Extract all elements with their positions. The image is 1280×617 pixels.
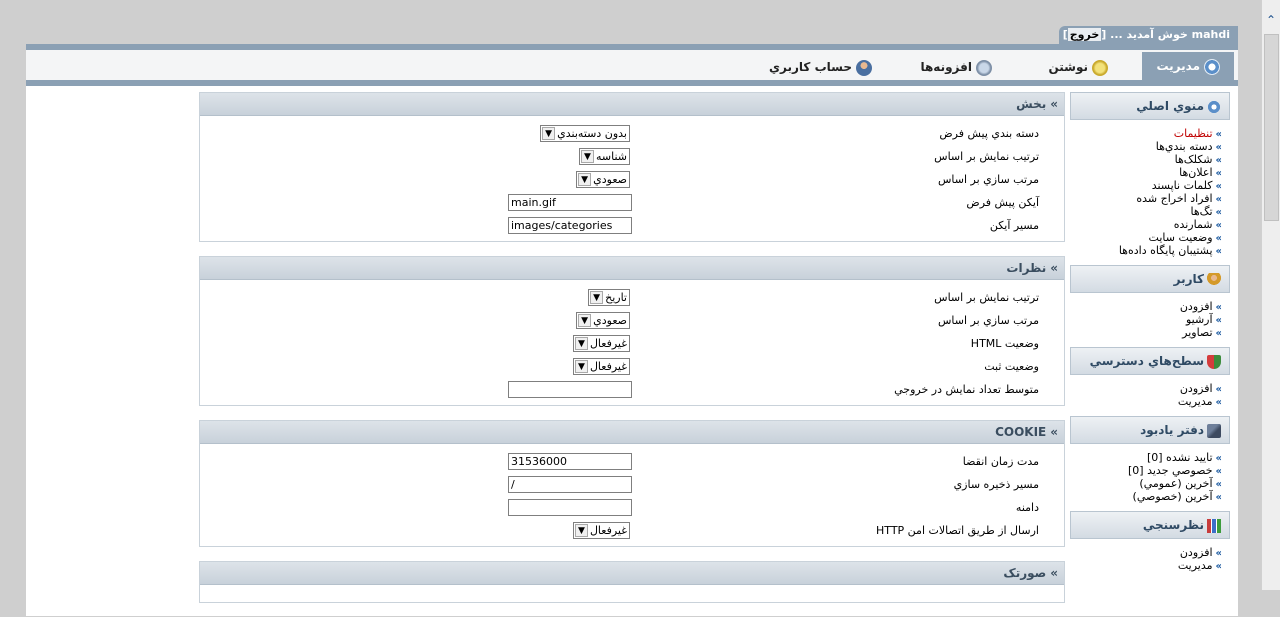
user-bar: mahdi خوش آمدید ... [خروج] bbox=[1058, 26, 1238, 44]
setting-row: مسير ذخيره سازي / bbox=[200, 473, 1064, 496]
sidebar-poll-header: نظرسنجي bbox=[1070, 511, 1230, 539]
section-header: »بخش bbox=[200, 93, 1064, 116]
tab-label: مديريت bbox=[1156, 59, 1200, 73]
comments-order-select[interactable]: ▼ صعودي bbox=[576, 312, 630, 329]
tab-account[interactable]: حساب کاربري bbox=[769, 54, 872, 80]
section-header: »نظرات bbox=[200, 257, 1064, 280]
sidebar-item-user-images[interactable]: »تصاوير bbox=[1070, 326, 1222, 339]
section-header: »COOKIE bbox=[200, 421, 1064, 444]
sidebar-item-counter[interactable]: »شمارنده bbox=[1070, 218, 1222, 231]
sidebar-item-latest-private[interactable]: »آخرين (خصوصي) bbox=[1070, 490, 1222, 503]
icon-path-input[interactable]: images/categories bbox=[508, 217, 632, 234]
setting-row: ترتيب نمايش بر اساس ▼ تاريخ bbox=[200, 286, 1064, 309]
sidebar: منوي اصلي »تنظيمات »دسته بندي‌ها »شکلک‌ه… bbox=[1070, 92, 1230, 580]
sidebar-main-menu-header: منوي اصلي bbox=[1070, 92, 1230, 120]
tab-plugins[interactable]: افزونه‌ها bbox=[920, 54, 992, 80]
setting-row: ترتيب نمايش بر اساس ▼ شناسه bbox=[200, 145, 1064, 168]
setting-row: مرتب سازي بر اساس ▼ صعودي bbox=[200, 168, 1064, 191]
section-comments: »نظرات ترتيب نمايش بر اساس ▼ تاريخ مرتب سا… bbox=[199, 256, 1065, 406]
default-icon-input[interactable]: main.gif bbox=[508, 194, 632, 211]
sidebar-item-categories[interactable]: »دسته بندي‌ها bbox=[1070, 140, 1222, 153]
sidebar-item-smilies[interactable]: »شکلک‌ها bbox=[1070, 153, 1222, 166]
gear-icon bbox=[1204, 58, 1220, 75]
logout-link[interactable]: خروج bbox=[1067, 28, 1102, 41]
scroll-thumb[interactable] bbox=[1264, 34, 1279, 221]
setting-row: دسته بندي پيش فرض ▼ بدون دسته‌بندي bbox=[200, 122, 1064, 145]
order-select[interactable]: ▼ صعودي bbox=[576, 171, 630, 188]
section-cookie: »COOKIE مدت زمان انقضا 31536000 مسير ذخير… bbox=[199, 420, 1065, 547]
content-area: »بخش دسته بندي پيش فرض ▼ بدون دسته‌بندي تر… bbox=[26, 86, 1238, 616]
sidebar-item-latest-public[interactable]: »آخرين (عمومي) bbox=[1070, 477, 1222, 490]
plugin-icon bbox=[976, 59, 992, 76]
tab-label: حساب کاربري bbox=[769, 60, 852, 74]
register-status-select[interactable]: ▼ غيرفعال bbox=[572, 358, 630, 375]
sidebar-item-settings[interactable]: »تنظيمات bbox=[1070, 127, 1222, 140]
sidebar-user-header: کاربر bbox=[1070, 265, 1230, 293]
sidebar-item-banned[interactable]: »افراد اخراج شده bbox=[1070, 192, 1222, 205]
sidebar-item-backup[interactable]: »پشتيبان پايگاه داده‌ها bbox=[1070, 244, 1222, 257]
setting-row: آيکن پيش فرض main.gif bbox=[200, 191, 1064, 214]
admin-frame: mahdi خوش آمدید ... [خروج] مديريت نوشتن … bbox=[26, 26, 1238, 616]
setting-row: ارسال از طريق اتصالات امن HTTP ▼ غيرفعال bbox=[200, 519, 1064, 542]
html-status-select[interactable]: ▼ غيرفعال bbox=[572, 335, 630, 352]
setting-row: وضعيت ثبت ▼ غيرفعال bbox=[200, 355, 1064, 378]
sidebar-item-access-add[interactable]: »افزودن bbox=[1070, 382, 1222, 395]
sidebar-item-user-archive[interactable]: »آرشيو bbox=[1070, 313, 1222, 326]
default-category-select[interactable]: ▼ بدون دسته‌بندي bbox=[540, 125, 630, 142]
setting-row: مدت زمان انقضا 31536000 bbox=[200, 450, 1064, 473]
cookie-path-input[interactable]: / bbox=[508, 476, 632, 493]
sidebar-item-site-status[interactable]: »وضعيت سايت bbox=[1070, 231, 1222, 244]
sidebar-item-new-private[interactable]: »خصوصي جديد [0] bbox=[1070, 464, 1222, 477]
sidebar-main-menu: »تنظيمات »دسته بندي‌ها »شکلک‌ها »اعلان‌ه… bbox=[1070, 120, 1230, 265]
user-icon bbox=[856, 59, 872, 76]
tab-write[interactable]: نوشتن bbox=[1048, 54, 1108, 80]
welcome-text: خوش آمدید ... bbox=[1110, 28, 1188, 41]
setting-row: مرتب سازي بر اساس ▼ صعودي bbox=[200, 309, 1064, 332]
sidebar-item-poll-manage[interactable]: »مديريت bbox=[1070, 559, 1222, 572]
sidebar-user: »افزودن »آرشيو »تصاوير bbox=[1070, 293, 1230, 347]
nav-bar: مديريت نوشتن افزونه‌ها حساب کاربري bbox=[26, 50, 1238, 86]
shield-icon bbox=[1207, 354, 1221, 369]
section-header: »صورتک bbox=[200, 562, 1064, 585]
sidebar-guestbook-header: دفتر يادبود bbox=[1070, 416, 1230, 444]
sidebar-item-poll-add[interactable]: »افزودن bbox=[1070, 546, 1222, 559]
book-icon bbox=[1207, 423, 1221, 438]
setting-row: وضعيت HTML ▼ غيرفعال bbox=[200, 332, 1064, 355]
sidebar-access-header: سطح‌هاي دسترسي bbox=[1070, 347, 1230, 375]
sidebar-item-tags[interactable]: »تگ‌ها bbox=[1070, 205, 1222, 218]
scroll-up-icon[interactable]: ⌃ bbox=[1265, 14, 1277, 26]
users-icon bbox=[1207, 272, 1221, 287]
sidebar-item-access-manage[interactable]: »مديريت bbox=[1070, 395, 1222, 408]
sidebar-item-unapproved[interactable]: »تاييد نشده [0] bbox=[1070, 451, 1222, 464]
pen-icon bbox=[1092, 59, 1108, 76]
setting-row: مسير آيکن images/categories bbox=[200, 214, 1064, 237]
avg-display-input[interactable] bbox=[508, 381, 632, 398]
section-smilies: »صورتک bbox=[199, 561, 1065, 603]
bar-chart-icon bbox=[1207, 518, 1221, 533]
setting-row: متوسط تعداد نمايش در خروجي bbox=[200, 378, 1064, 401]
comments-sort-select[interactable]: ▼ تاريخ bbox=[588, 289, 630, 306]
sort-by-select[interactable]: ▼ شناسه bbox=[578, 148, 630, 165]
sidebar-item-notices[interactable]: »اعلان‌ها bbox=[1070, 166, 1222, 179]
username: mahdi bbox=[1191, 28, 1230, 41]
gear-icon bbox=[1207, 99, 1221, 114]
sidebar-poll: »افزودن »مديريت bbox=[1070, 539, 1230, 580]
cookie-domain-input[interactable] bbox=[508, 499, 632, 516]
setting-row: دامنه bbox=[200, 496, 1064, 519]
tab-label: افزونه‌ها bbox=[920, 60, 972, 74]
sidebar-access: »افزودن »مديريت bbox=[1070, 375, 1230, 416]
left-blank bbox=[26, 86, 198, 616]
cookie-expire-input[interactable]: 31536000 bbox=[508, 453, 632, 470]
vertical-scrollbar[interactable]: ⌃ bbox=[1261, 0, 1280, 590]
sidebar-guestbook: »تاييد نشده [0] »خصوصي جديد [0] »آخرين (… bbox=[1070, 444, 1230, 511]
sidebar-item-user-add[interactable]: »افزودن bbox=[1070, 300, 1222, 313]
secure-cookie-select[interactable]: ▼ غيرفعال bbox=[572, 522, 630, 539]
sidebar-item-badwords[interactable]: »کلمات ناپسند bbox=[1070, 179, 1222, 192]
tab-management[interactable]: مديريت bbox=[1142, 52, 1234, 80]
section-categories: »بخش دسته بندي پيش فرض ▼ بدون دسته‌بندي تر… bbox=[199, 92, 1065, 242]
tab-label: نوشتن bbox=[1048, 60, 1088, 74]
settings-panel: »بخش دسته بندي پيش فرض ▼ بدون دسته‌بندي تر… bbox=[199, 92, 1065, 617]
